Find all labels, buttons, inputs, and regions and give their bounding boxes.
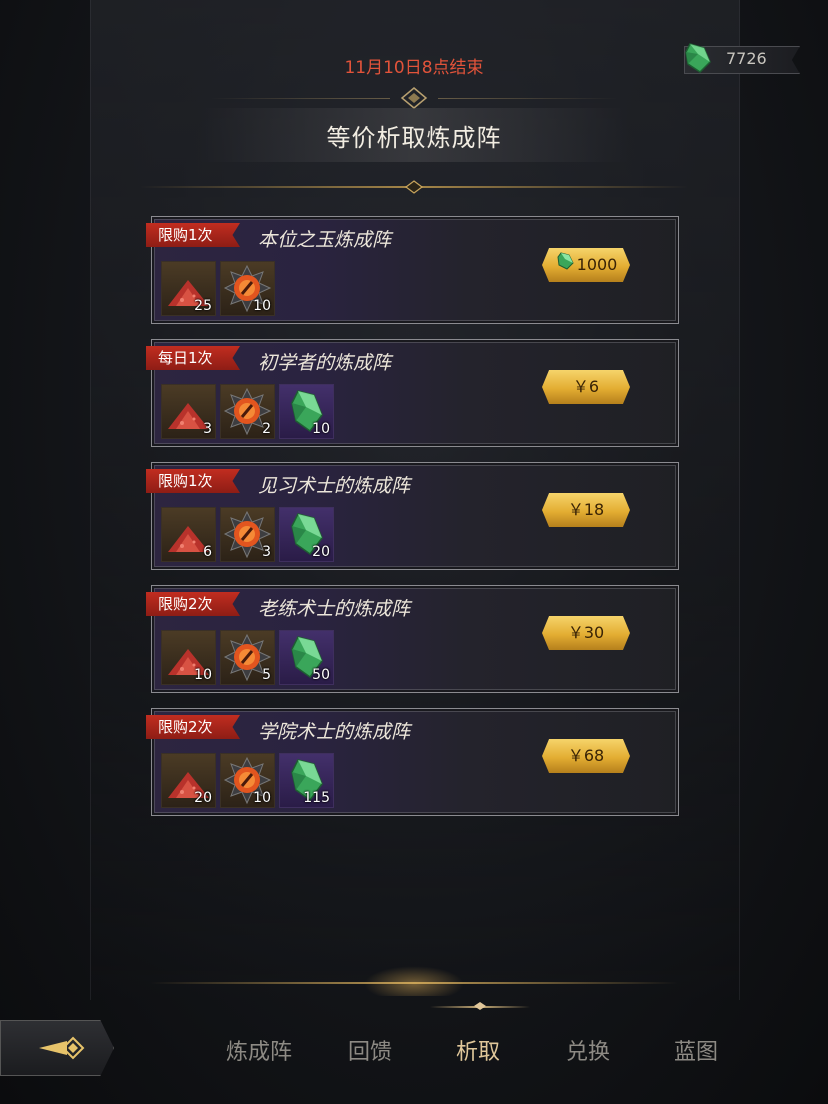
offer-card: 限购2次 老练术士的炼成阵 10 5 50 ￥30 (146, 585, 679, 693)
item-quantity: 5 (262, 667, 271, 683)
buy-button[interactable]: ￥18 (542, 493, 630, 527)
item-quantity: 10 (253, 298, 271, 314)
item-quantity: 3 (203, 421, 212, 437)
item-quantity: 10 (194, 667, 212, 683)
reward-item[interactable]: 10 (161, 630, 216, 685)
green-gem-icon (685, 43, 711, 73)
currency-value: 7726 (726, 49, 767, 68)
buy-button[interactable]: ￥6 (542, 370, 630, 404)
item-quantity: 3 (262, 544, 271, 560)
tab-extract[interactable]: 析取 (456, 1034, 500, 1066)
offer-name: 本位之玉炼成阵 (258, 229, 392, 251)
offer-card: 限购1次 本位之玉炼成阵 25 10 1000 (146, 216, 679, 324)
title-ornament-line-right (438, 98, 618, 99)
green-gem-icon (555, 249, 575, 283)
offer-name: 学院术士的炼成阵 (258, 721, 411, 743)
buy-button[interactable]: 1000 (542, 248, 630, 282)
item-quantity: 2 (262, 421, 271, 437)
purchase-limit-badge: 限购1次 (146, 223, 240, 247)
reward-item[interactable]: 115 (279, 753, 334, 808)
title-ornament-line-left (210, 98, 390, 99)
offer-name: 初学者的炼成阵 (258, 352, 392, 374)
item-quantity: 50 (312, 667, 330, 683)
reward-item[interactable]: 20 (161, 753, 216, 808)
title-ornament-icon (400, 87, 428, 109)
purchase-limit-badge: 限购1次 (146, 469, 240, 493)
reward-item[interactable]: 5 (220, 630, 275, 685)
reward-items: 6 3 20 (161, 507, 334, 562)
reward-items: 10 5 50 (161, 630, 334, 685)
price-label: ￥6 (572, 377, 600, 396)
item-quantity: 10 (312, 421, 330, 437)
tab-feedback[interactable]: 回馈 (348, 1034, 392, 1066)
bottom-divider (150, 982, 678, 984)
price-label: ￥18 (567, 500, 605, 519)
purchase-limit-badge: 限购2次 (146, 592, 240, 616)
item-quantity: 6 (203, 544, 212, 560)
price-label: ￥68 (567, 746, 605, 765)
purchase-limit-badge: 限购2次 (146, 715, 240, 739)
item-quantity: 25 (194, 298, 212, 314)
offer-card: 限购1次 见习术士的炼成阵 6 3 20 ￥18 (146, 462, 679, 570)
tab-blueprint[interactable]: 蓝图 (674, 1034, 718, 1066)
reward-item[interactable]: 2 (220, 384, 275, 439)
reward-items: 20 10 115 (161, 753, 334, 808)
tab-exchange[interactable]: 兑换 (566, 1034, 610, 1066)
offer-card: 每日1次 初学者的炼成阵 3 2 10 ￥6 (146, 339, 679, 447)
bottom-glow (364, 966, 464, 996)
reward-item[interactable]: 10 (279, 384, 334, 439)
item-quantity: 10 (253, 790, 271, 806)
reward-item[interactable]: 50 (279, 630, 334, 685)
offer-card: 限购2次 学院术士的炼成阵 20 10 115 ￥68 (146, 708, 679, 816)
item-quantity: 115 (303, 790, 330, 806)
reward-item[interactable]: 25 (161, 261, 216, 316)
price-label: 1000 (576, 255, 618, 274)
reward-item[interactable]: 10 (220, 753, 275, 808)
offer-name: 老练术士的炼成阵 (258, 598, 411, 620)
reward-item[interactable]: 3 (161, 384, 216, 439)
reward-item[interactable]: 3 (220, 507, 275, 562)
offer-name: 见习术士的炼成阵 (258, 475, 411, 497)
reward-items: 25 10 (161, 261, 275, 316)
buy-button[interactable]: ￥30 (542, 616, 630, 650)
purchase-limit-badge: 每日1次 (146, 346, 240, 370)
price-label: ￥30 (567, 623, 605, 642)
tab-indicator-icon (474, 1002, 486, 1010)
divider-ornament-icon (405, 180, 423, 194)
item-quantity: 20 (194, 790, 212, 806)
tab-refine-array[interactable]: 炼成阵 (226, 1034, 292, 1066)
reward-items: 3 2 10 (161, 384, 334, 439)
reward-item[interactable]: 10 (220, 261, 275, 316)
reward-item[interactable]: 20 (279, 507, 334, 562)
buy-button[interactable]: ￥68 (542, 739, 630, 773)
reward-item[interactable]: 6 (161, 507, 216, 562)
bottom-tab-bar: 炼成阵 回馈 析取 兑换 蓝图 (0, 1034, 828, 1068)
item-quantity: 20 (312, 544, 330, 560)
page-title: 等价析取炼成阵 (326, 124, 502, 152)
